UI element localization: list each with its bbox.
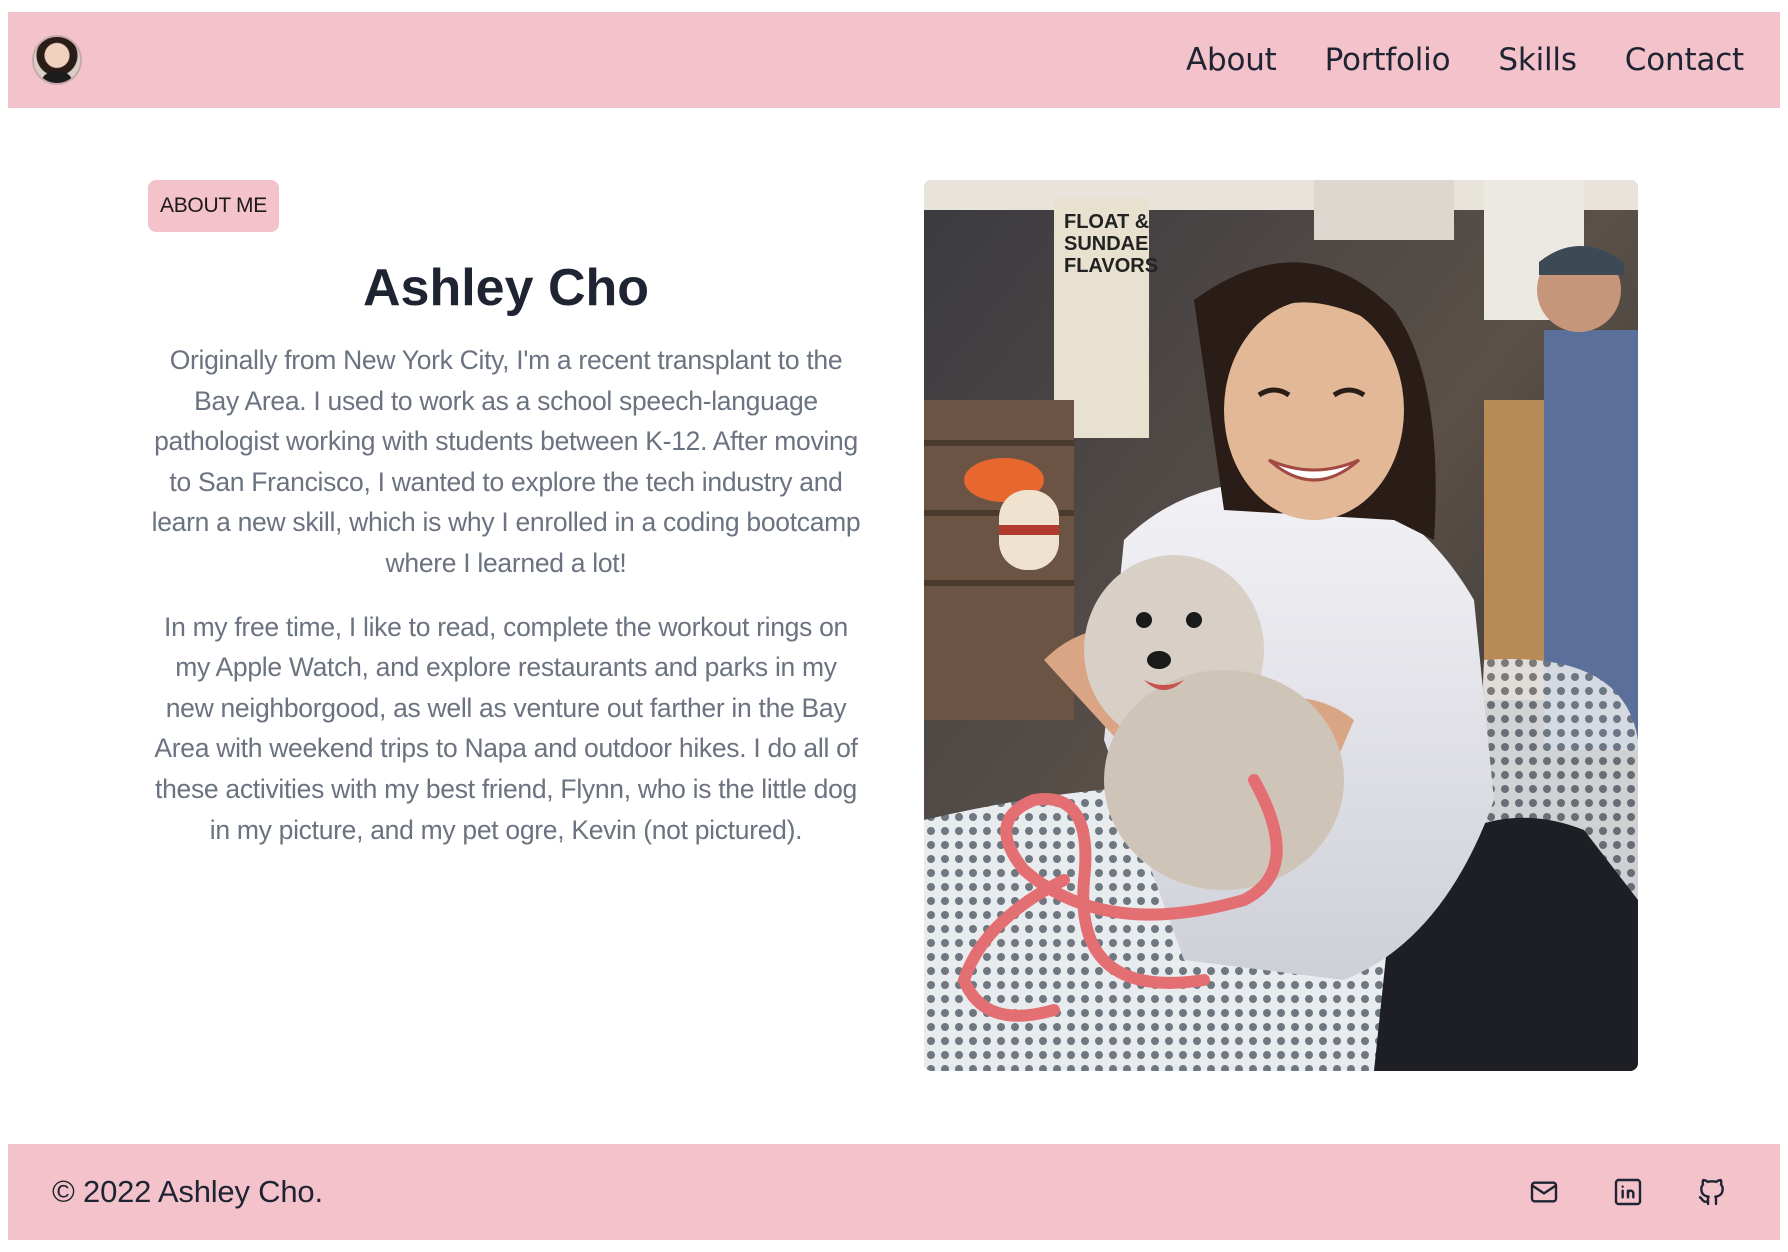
nav-link-about[interactable]: About bbox=[1186, 42, 1277, 78]
svg-text:FLOAT &: FLOAT & bbox=[1064, 211, 1149, 233]
about-me-badge: ABOUT ME bbox=[148, 180, 279, 232]
nav-link-contact[interactable]: Contact bbox=[1625, 42, 1744, 78]
bio-paragraph-1: Originally from New York City, I'm a rec… bbox=[151, 345, 861, 578]
footer: © 2022 Ashley Cho. bbox=[8, 1144, 1780, 1240]
page-title: Ashley Cho bbox=[362, 259, 650, 317]
svg-text:SUNDAE: SUNDAE bbox=[1064, 233, 1148, 255]
about-section: ABOUT ME Ashley Cho Originally from New … bbox=[0, 108, 1788, 1144]
nav-link-skills[interactable]: Skills bbox=[1498, 42, 1577, 78]
about-text-column: ABOUT ME Ashley Cho Originally from New … bbox=[148, 180, 864, 850]
mail-icon[interactable] bbox=[1528, 1176, 1560, 1208]
nav-links: About Portfolio Skills Contact bbox=[1186, 42, 1744, 78]
nav-link-portfolio[interactable]: Portfolio bbox=[1325, 42, 1451, 78]
profile-photo: FLOAT & SUNDAE FLAVORS bbox=[924, 180, 1638, 1071]
svg-text:FLAVORS: FLAVORS bbox=[1064, 255, 1158, 277]
github-icon[interactable] bbox=[1696, 1176, 1728, 1208]
social-links bbox=[1528, 1176, 1728, 1208]
copyright-text: © 2022 Ashley Cho. bbox=[52, 1174, 323, 1209]
bio-paragraph-2: In my free time, I like to read, complet… bbox=[154, 611, 858, 845]
avatar-shoulders bbox=[42, 71, 72, 83]
linkedin-icon[interactable] bbox=[1612, 1176, 1644, 1208]
photo-illustration: FLOAT & SUNDAE FLAVORS bbox=[924, 180, 1638, 1071]
avatar[interactable] bbox=[32, 35, 82, 85]
navbar: About Portfolio Skills Contact bbox=[8, 12, 1780, 108]
